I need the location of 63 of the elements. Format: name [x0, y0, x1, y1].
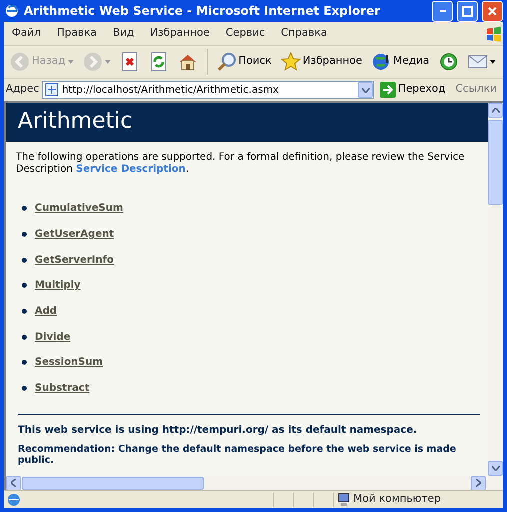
caret-icon [68, 60, 74, 64]
service-description-link[interactable]: Service Description [76, 164, 186, 175]
close-icon [487, 6, 498, 16]
links-label[interactable]: Ссылки [452, 82, 501, 98]
search-button[interactable]: Поиск [214, 51, 275, 73]
menu-item[interactable]: Избранное [142, 26, 218, 42]
operation-link[interactable]: CumulativeSum [35, 201, 124, 216]
bullet-icon [22, 360, 27, 366]
recommendation-text: Recommendation: Change the default namespace before the web service is made public. [18, 444, 458, 466]
period-text: . [186, 164, 190, 175]
windows-logo-icon [485, 24, 503, 42]
operation-link[interactable]: SessionSum [35, 355, 104, 370]
bullet-icon [22, 283, 27, 288]
close-button[interactable] [482, 0, 503, 22]
star-icon [280, 52, 301, 72]
scroll-thumb[interactable] [22, 476, 204, 490]
menu-item[interactable]: Правка [49, 26, 105, 42]
intro-text: The following operations are supported. For a formal definition, please review the Service Description Service Description. [16, 152, 466, 176]
maximize-icon [462, 6, 473, 16]
scroll-down-button[interactable] [488, 461, 503, 476]
computer-icon [338, 492, 350, 506]
operation-link[interactable]: Multiply [35, 278, 81, 294]
globe-icon [372, 52, 392, 72]
search-icon [216, 52, 237, 72]
refresh-icon [148, 52, 169, 72]
home-icon [178, 52, 198, 72]
page-heading: Arithmetic [6, 103, 488, 142]
bullet-icon [22, 334, 27, 340]
scroll-left-button[interactable] [6, 476, 21, 490]
favorites-button[interactable]: Избранное [278, 51, 366, 73]
window-title: Arithmetic Web Service - Microsoft Internet Explorer [24, 3, 382, 20]
operation-link[interactable]: GetUserAgent [35, 227, 114, 242]
menu-item[interactable]: Справка [273, 26, 336, 42]
bullet-icon [22, 386, 27, 392]
operation-link[interactable]: Substract [35, 381, 90, 396]
clock-icon [438, 52, 459, 72]
operation-link[interactable]: Divide [35, 330, 71, 345]
maximize-button[interactable] [457, 0, 478, 22]
operation-link[interactable]: GetServerInfo [35, 252, 114, 268]
minimize-icon [440, 10, 446, 12]
stop-icon [120, 52, 140, 72]
scroll-up-button[interactable] [488, 103, 503, 118]
status-zone: Мой компьютер [354, 492, 441, 507]
namespace-note: This web service is using http://tempuri.org/ as its default namespace. [18, 424, 418, 438]
go-button[interactable]: Переход [377, 81, 449, 99]
menu-item[interactable]: Сервис [218, 26, 274, 42]
scroll-thumb[interactable] [488, 120, 503, 205]
menu-item[interactable]: Вид [104, 26, 142, 42]
address-label: Адрес [6, 82, 40, 98]
bullet-icon [22, 206, 27, 212]
caret-icon [104, 60, 111, 64]
address-field[interactable]: http://localhost/Arithmetic/Arithmetic.asmx [42, 81, 374, 99]
menu-item[interactable]: Файл [4, 26, 50, 42]
go-arrow-icon [380, 82, 396, 98]
browser-icon [4, 3, 20, 19]
scroll-right-button[interactable] [471, 476, 486, 490]
bullet-icon [22, 309, 27, 314]
bullet-icon [22, 258, 27, 263]
caret-icon [490, 60, 496, 64]
operation-link[interactable]: Add [35, 304, 58, 320]
bullet-icon [22, 232, 27, 238]
minimize-button[interactable] [432, 0, 453, 22]
media-button[interactable]: Медиа [368, 51, 433, 73]
